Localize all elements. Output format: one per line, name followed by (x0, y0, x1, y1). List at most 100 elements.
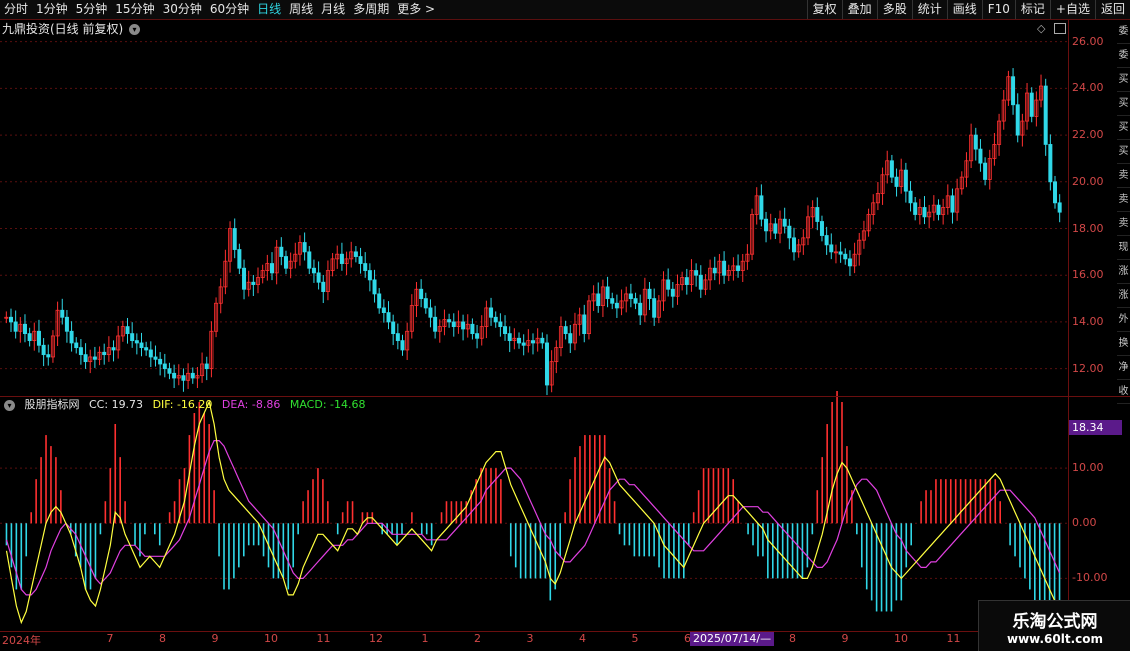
candle-body (922, 207, 927, 218)
candle-body (983, 162, 988, 180)
candle-body (78, 347, 83, 356)
candle-body (503, 326, 508, 335)
time-tick: 8 (789, 632, 796, 645)
candle-body (1043, 85, 1048, 145)
candle-body (139, 342, 144, 349)
candle-body (628, 293, 633, 299)
candle-body (83, 354, 88, 363)
candle-body (712, 267, 717, 274)
candle-body (521, 342, 526, 346)
candle-body (605, 286, 610, 299)
candle-body (102, 351, 107, 356)
candle-body (847, 258, 852, 267)
time-tick: 11 (946, 632, 961, 645)
candle-body (144, 347, 149, 351)
candle-body (190, 372, 195, 379)
price-tick: 24.00 (1072, 81, 1104, 95)
panel-divider (0, 396, 1130, 397)
candle-body (381, 307, 386, 313)
indicator-tick: 0.00 (1072, 516, 1097, 530)
candle-body (652, 298, 657, 318)
candle-body (353, 251, 358, 257)
candle-body (815, 207, 820, 222)
indicator-name[interactable]: 股朋指标网 (25, 398, 80, 411)
time-tick: 9 (841, 632, 849, 645)
candle-body (130, 333, 135, 342)
candle-body (419, 288, 424, 299)
candle-body (13, 321, 18, 332)
candle-body (428, 307, 433, 318)
cursor-date: 2025/07/14/— (690, 632, 775, 646)
quote-strip[interactable]: 委委买买买买卖卖卖现涨涨外换净收 (1117, 20, 1130, 404)
time-tick: 3 (526, 632, 534, 645)
candle-body (423, 298, 428, 309)
candle-body (544, 342, 549, 386)
candle-body (843, 253, 848, 260)
candle-body (148, 349, 153, 358)
candle-body (158, 358, 163, 365)
watermark-url: www.60lt.com (1006, 632, 1104, 646)
candle-body (819, 221, 824, 236)
candle-body (237, 249, 242, 269)
candle-body (46, 354, 51, 358)
candle-body (647, 288, 652, 299)
candle-body (698, 274, 703, 290)
candle-body (134, 340, 139, 344)
candle-body (633, 298, 638, 304)
candle-body (316, 272, 321, 283)
candle-body (764, 218, 769, 232)
time-tick: 2 (474, 632, 481, 645)
quote-strip-item: 委 (1117, 44, 1130, 68)
candle-body (838, 251, 843, 255)
quote-strip-item: 委 (1117, 20, 1130, 44)
candle-body (302, 242, 307, 253)
price-tick: 16.00 (1072, 268, 1104, 282)
candle-body (568, 333, 573, 344)
chart-canvas[interactable] (0, 0, 1130, 650)
time-tick: 11 (316, 632, 331, 645)
quote-strip-item: 涨 (1117, 260, 1130, 284)
time-tick: 5 (631, 632, 639, 645)
candle-body (372, 279, 377, 295)
watermark: 乐淘公式网 www.60lt.com (978, 600, 1130, 651)
candle-body (722, 260, 727, 276)
candle-body (22, 323, 27, 335)
candle-body (391, 321, 396, 335)
dif-value: DIF: -16.20 (152, 398, 213, 411)
candle-body (638, 302, 643, 316)
candle-body (489, 307, 494, 318)
candle-body (1029, 92, 1034, 117)
time-tick: 10 (894, 632, 908, 645)
candle-body (400, 340, 405, 351)
chevron-down-icon[interactable]: ▾ (4, 399, 15, 411)
candle-body (447, 319, 452, 323)
quote-strip-item: 涨 (1117, 284, 1130, 308)
candle-body (60, 309, 65, 318)
quote-strip-item: 外 (1117, 308, 1130, 332)
candle-body (889, 160, 894, 178)
candle-body (913, 202, 918, 215)
candle-body (493, 316, 498, 323)
candle-body (684, 277, 689, 285)
candle-body (498, 321, 503, 328)
quote-strip-item: 买 (1117, 140, 1130, 164)
candle-body (540, 337, 545, 344)
candle-body (451, 321, 456, 328)
candle-body (92, 356, 97, 360)
candle-body (903, 169, 908, 192)
candle-body (36, 330, 41, 346)
candle-body (950, 195, 955, 213)
candle-body (582, 314, 587, 335)
time-tick: 4 (579, 632, 586, 645)
candle-body (666, 279, 671, 290)
watermark-title: 乐淘公式网 (1012, 612, 1098, 632)
price-tick: 18.00 (1072, 221, 1104, 235)
quote-strip-item: 卖 (1117, 188, 1130, 212)
candle-body (172, 372, 177, 379)
indicator-tick: -10.00 (1072, 571, 1108, 585)
candle-body (1011, 76, 1016, 106)
candle-body (283, 256, 288, 269)
macd-value: MACD: -14.68 (289, 398, 366, 411)
candle-body (111, 347, 116, 351)
price-tick: 12.00 (1072, 361, 1104, 375)
